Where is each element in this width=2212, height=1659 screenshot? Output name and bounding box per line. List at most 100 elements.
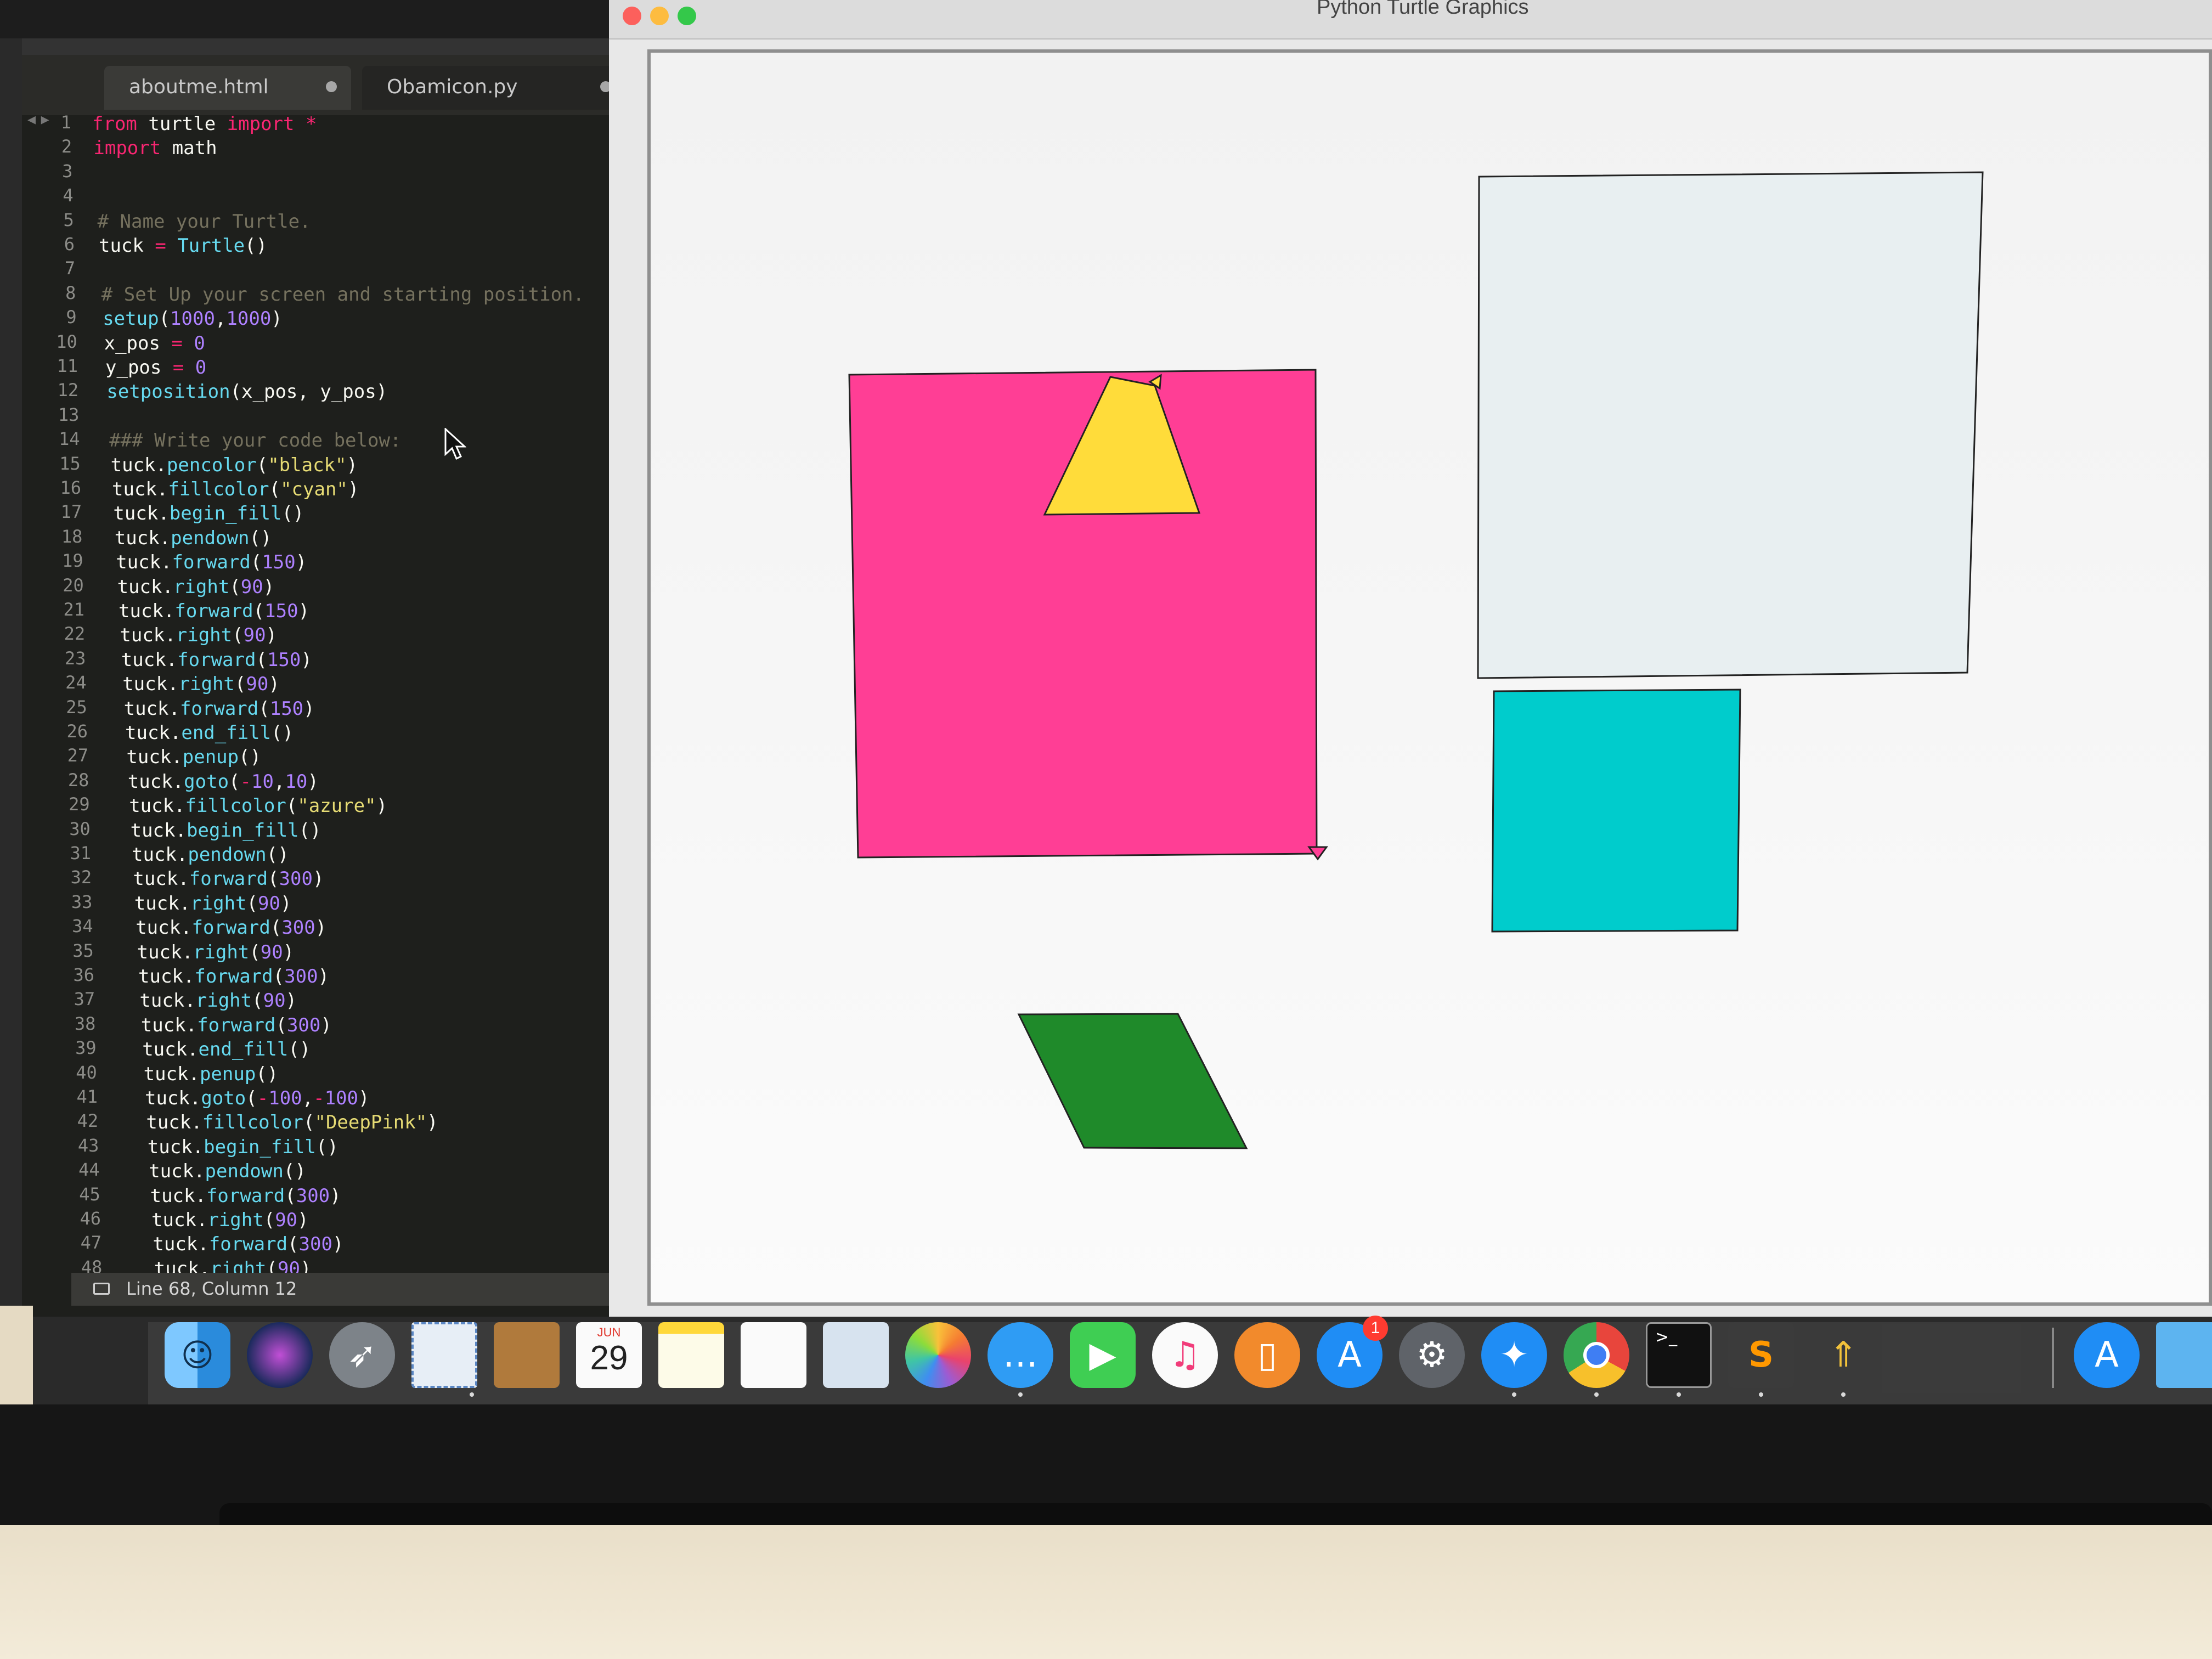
code-line[interactable]: y_pos = 0	[105, 356, 206, 380]
contacts-icon[interactable]	[494, 1322, 560, 1388]
finder-icon[interactable]: ☺	[165, 1322, 230, 1388]
code-line[interactable]: import math	[93, 136, 217, 160]
system-preferences-icon[interactable]: ⚙	[1399, 1322, 1465, 1388]
code-line[interactable]: ### Write your code below:	[109, 428, 401, 453]
code-token: tuck.	[117, 575, 173, 598]
code-line[interactable]: tuck = Turtle()	[99, 234, 267, 258]
facetime-icon[interactable]: ▶	[1070, 1322, 1136, 1388]
code-line[interactable]: tuck.forward(150)	[121, 648, 312, 672]
code-area[interactable]: 1 from turtle import * 2 import math 3 4 5 # Na…	[22, 104, 647, 1300]
photos-icon[interactable]	[905, 1322, 971, 1388]
preview-icon[interactable]	[823, 1322, 889, 1388]
code-line[interactable]: tuck.right(90)	[134, 891, 292, 916]
code-line[interactable]: # Set Up your screen and starting positi…	[101, 283, 584, 307]
messages-icon[interactable]: …	[988, 1322, 1053, 1388]
code-line[interactable]: tuck.end_fill()	[125, 721, 294, 745]
code-token: right	[193, 941, 250, 963]
itunes-icon[interactable]: ♫	[1152, 1322, 1218, 1388]
code-line[interactable]: tuck.forward(150)	[124, 697, 315, 721]
close-window-button[interactable]	[623, 7, 641, 25]
line-number: 6	[64, 234, 75, 255]
line-number: 45	[79, 1183, 100, 1205]
app-store-download-icon[interactable]: A	[2074, 1322, 2140, 1388]
tab-obamicon[interactable]: Obamicon.py	[362, 66, 625, 110]
notes-icon[interactable]	[658, 1322, 724, 1388]
notification-badge: 1	[1363, 1316, 1388, 1341]
safari-icon[interactable]: ✦	[1481, 1322, 1547, 1388]
code-line[interactable]: tuck.forward(150)	[119, 599, 309, 623]
code-token: )	[346, 454, 358, 476]
panel-toggle-icon[interactable]	[93, 1283, 110, 1295]
code-line[interactable]: tuck.fillcolor("cyan")	[112, 477, 359, 501]
sublime-text-icon[interactable]: S	[1728, 1322, 1794, 1388]
chrome-icon[interactable]	[1564, 1322, 1629, 1388]
code-line[interactable]: tuck.forward(300)	[136, 916, 326, 940]
gear-icon: ⚙	[1416, 1335, 1448, 1375]
python-launcher-icon[interactable]: ⇑	[1810, 1322, 1876, 1388]
code-line[interactable]: tuck.forward(300)	[150, 1184, 341, 1208]
running-indicator-icon	[1677, 1392, 1681, 1397]
line-number: 41	[76, 1086, 98, 1107]
siri-icon[interactable]	[247, 1322, 313, 1388]
code-line[interactable]: tuck.begin_fill()	[113, 501, 304, 526]
tab-aboutme[interactable]: aboutme.html	[104, 66, 351, 110]
code-line[interactable]: tuck.fillcolor("DeepPink")	[146, 1110, 438, 1135]
code-line[interactable]: setup(1000,1000)	[103, 307, 283, 331]
code-line[interactable]: tuck.forward(300)	[153, 1232, 343, 1256]
terminal-icon[interactable]: >_	[1646, 1322, 1712, 1388]
code-line[interactable]: tuck.right(90)	[139, 989, 297, 1013]
line-number: 20	[63, 574, 84, 596]
code-line[interactable]: tuck.right(90)	[137, 940, 295, 964]
code-line[interactable]: tuck.begin_fill()	[131, 819, 321, 843]
code-line[interactable]: tuck.pendown()	[115, 526, 272, 550]
laptop-screen-photo: ◂ ▸ aboutme.html Obamicon.py 1 from turtl…	[0, 0, 2212, 1659]
code-line[interactable]: tuck.begin_fill()	[148, 1135, 338, 1159]
code-line[interactable]: tuck.goto(-100,-100)	[145, 1086, 370, 1110]
code-line[interactable]: setposition(x_pos, y_pos)	[106, 380, 387, 404]
folder-icon[interactable]	[2156, 1322, 2212, 1388]
code-line[interactable]: tuck.forward(300)	[141, 1013, 332, 1037]
code-line[interactable]: tuck.goto(-10,10)	[128, 770, 319, 794]
code-token: (	[232, 624, 244, 647]
code-line[interactable]: tuck.penup()	[126, 745, 261, 769]
code-line[interactable]: tuck.right(90)	[122, 672, 280, 696]
launchpad-icon[interactable]: ➶	[329, 1322, 395, 1388]
code-token: 90	[246, 673, 269, 696]
line-number: 38	[74, 1013, 96, 1034]
code-token: ,	[215, 308, 227, 330]
code-line[interactable]: tuck.pendown()	[132, 843, 289, 867]
minimize-window-button[interactable]	[650, 7, 669, 25]
code-token: )	[283, 941, 295, 963]
code-token: (	[269, 478, 281, 500]
code-line[interactable]: tuck.right(90)	[117, 575, 275, 599]
code-token: pendown	[188, 844, 267, 866]
code-line[interactable]: tuck.forward(300)	[133, 867, 324, 891]
code-line[interactable]: tuck.pendown()	[149, 1159, 306, 1183]
code-line[interactable]: tuck.right(90)	[120, 623, 277, 647]
calendar-icon[interactable]: JUN 29	[576, 1322, 642, 1388]
app-store-icon[interactable]: A 1	[1317, 1316, 1388, 1388]
unsaved-dot-icon[interactable]	[326, 81, 337, 92]
code-line[interactable]: x_pos = 0	[104, 331, 205, 356]
code-line[interactable]: tuck.forward(150)	[116, 550, 307, 574]
code-line[interactable]: tuck.pencolor("black")	[111, 453, 358, 477]
code-line[interactable]: from turtle import *	[92, 112, 317, 136]
code-token: 90	[263, 990, 286, 1012]
maximize-window-button[interactable]	[678, 7, 696, 25]
code-line[interactable]: tuck.right(90)	[151, 1208, 309, 1232]
code-line[interactable]: tuck.end_fill()	[142, 1037, 311, 1062]
line-number: 21	[63, 599, 84, 620]
ibooks-icon[interactable]: ▯	[1234, 1322, 1300, 1388]
code-token: ()	[281, 503, 304, 525]
code-line[interactable]: tuck.penup()	[144, 1062, 279, 1086]
code-token: 300	[286, 1014, 321, 1036]
code-line[interactable]: # Name your Turtle.	[98, 210, 311, 234]
reminders-icon[interactable]	[741, 1322, 806, 1388]
mail-icon[interactable]	[411, 1322, 477, 1388]
code-token: (	[285, 1184, 296, 1207]
code-line[interactable]: tuck.forward(300)	[138, 964, 329, 989]
code-token: (	[275, 1014, 287, 1036]
code-line[interactable]: tuck.fillcolor("azure")	[129, 794, 387, 818]
